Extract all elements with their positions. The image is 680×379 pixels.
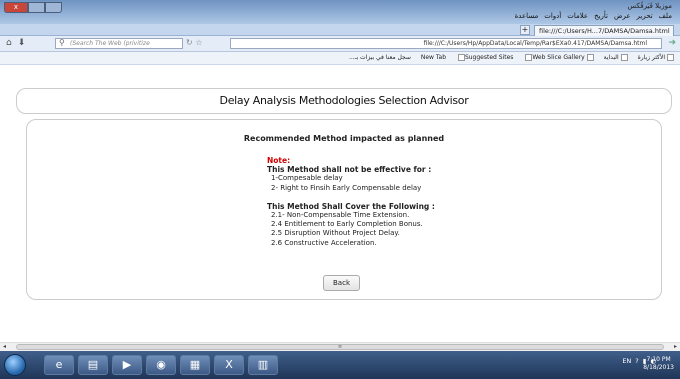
new-tab-button[interactable]: + [520,25,530,35]
fav-start[interactable]: البداية [604,54,628,61]
clock-time: 7:10 PM [646,356,671,363]
window-titlebar: x موزيلا فَيَرفُكس ملف تحرير عرض تأريخ ع… [0,0,680,24]
app2-taskbar-icon[interactable]: ▥ [248,355,278,375]
window-controls: x [4,2,62,13]
recommendation-heading: Recommended Method impacted as planned [243,134,445,143]
scroll-left-icon[interactable]: ◂ [3,343,6,350]
navigation-bar: ⌂ ⬇ ⚲ (Search The Web (privitize ↻ ☆ fil… [0,36,680,52]
search-placeholder: (Search The Web (privitize [70,40,150,47]
toolbar-icons: ↻ ☆ [186,38,202,47]
close-window-button[interactable]: x [4,2,28,13]
media-player-taskbar-icon[interactable]: ▶ [112,355,142,375]
cover-item: 2.1- Non-Compensable Time Extension. [271,211,410,220]
bookmark-star-icon[interactable]: ☆ [195,38,202,47]
menu-item-history[interactable]: تأريخ [594,12,608,20]
minimize-window-button[interactable] [45,2,62,13]
language-indicator[interactable]: EN [622,357,631,365]
clock[interactable]: 7:10 PM 8/18/2013 [643,356,674,372]
app-title: موزيلا فَيَرفُكس [627,2,672,10]
favorites-bar: الأكثر زيارة البداية New Tab Suggested S… [0,52,680,65]
explorer-taskbar-icon[interactable]: ▤ [78,355,108,375]
excel-taskbar-icon[interactable]: X [214,355,244,375]
note-label: Note: [267,156,291,165]
fav-web-slice-gallery[interactable]: Web Slice Gallery [523,54,585,61]
help-icon[interactable]: ? [635,357,638,365]
ie-taskbar-icon[interactable]: e [44,355,74,375]
download-icon[interactable]: ⬇ [18,38,26,48]
not-effective-item: 2- Right to Finsih Early Compensable del… [271,183,422,192]
result-panel: Recommended Method impacted as planned N… [26,119,662,300]
page-content: Delay Analysis Methodologies Selection A… [0,65,680,342]
cover-item: 2.5 Disruption Without Project Delay. [271,229,400,238]
reload-icon[interactable]: ↻ [186,38,193,47]
app-taskbar-icon[interactable]: ▦ [180,355,210,375]
tab-damsa[interactable]: file:///C:/Users/H...7/DAMSA/Damsa.html [534,25,674,36]
horizontal-scrollbar[interactable]: ◂ ≡ ▸ [0,342,680,351]
menu-item-file[interactable]: ملف [659,12,672,20]
url-text: file:///C:/Users/Hp/AppData/Local/Temp/R… [423,40,647,47]
not-effective-item: 1-Compesable delay [271,174,343,183]
fav-suggested-sites[interactable]: Suggested Sites [456,54,513,61]
clock-date: 8/18/2013 [643,364,674,371]
menu-item-help[interactable]: مساعدة [515,12,539,20]
menu-item-bookmarks[interactable]: علامات [567,12,588,20]
search-input[interactable]: ⚲ (Search The Web (privitize [55,38,183,49]
home-icon[interactable]: ⌂ [6,38,12,48]
address-bar[interactable]: file:///C:/Users/Hp/AppData/Local/Temp/R… [230,38,662,49]
page-title: Delay Analysis Methodologies Selection A… [219,94,469,107]
go-arrow-icon[interactable]: ➜ [668,38,676,48]
fav-most-visited[interactable]: الأكثر زيارة [638,54,674,61]
cover-item: 2.4 Entitlement to Early Completion Bonu… [271,220,423,229]
windows-taskbar: e ▤ ▶ ◉ ▦ X ▥ EN ? ▮ ◐ 7:10 PM 8/18/2013 [0,351,680,379]
recommendation-body: Note: This Method shall not be effective… [267,156,527,248]
cover-heading: This Method Shall Cover the Following : [267,201,435,211]
title-panel: Delay Analysis Methodologies Selection A… [16,88,672,114]
menu-item-edit[interactable]: تحرير [637,12,653,20]
maximize-window-button[interactable] [28,2,45,13]
nav-icons: ⌂ ⬇ [6,38,25,48]
menu-bar: ملف تحرير عرض تأريخ علامات أدوات مساعدة [515,12,672,20]
menu-item-view[interactable]: عرض [614,12,631,20]
scroll-thumb[interactable]: ≡ [16,344,664,350]
search-icon: ⚲ [59,38,65,47]
back-button[interactable]: Back [323,275,360,291]
start-button[interactable] [4,354,26,376]
scroll-right-icon[interactable]: ▸ [674,343,677,350]
fav-register[interactable]: سجل معنا في بيزات بـ... [349,54,411,61]
tab-strip: + file:///C:/Users/H...7/DAMSA/Damsa.htm… [0,24,680,36]
firefox-taskbar-icon[interactable]: ◉ [146,355,176,375]
not-effective-heading: This Method shall not be effective for : [267,165,432,175]
cover-item: 2.6 Constructive Acceleration. [271,238,377,247]
menu-item-tools[interactable]: أدوات [544,12,561,20]
